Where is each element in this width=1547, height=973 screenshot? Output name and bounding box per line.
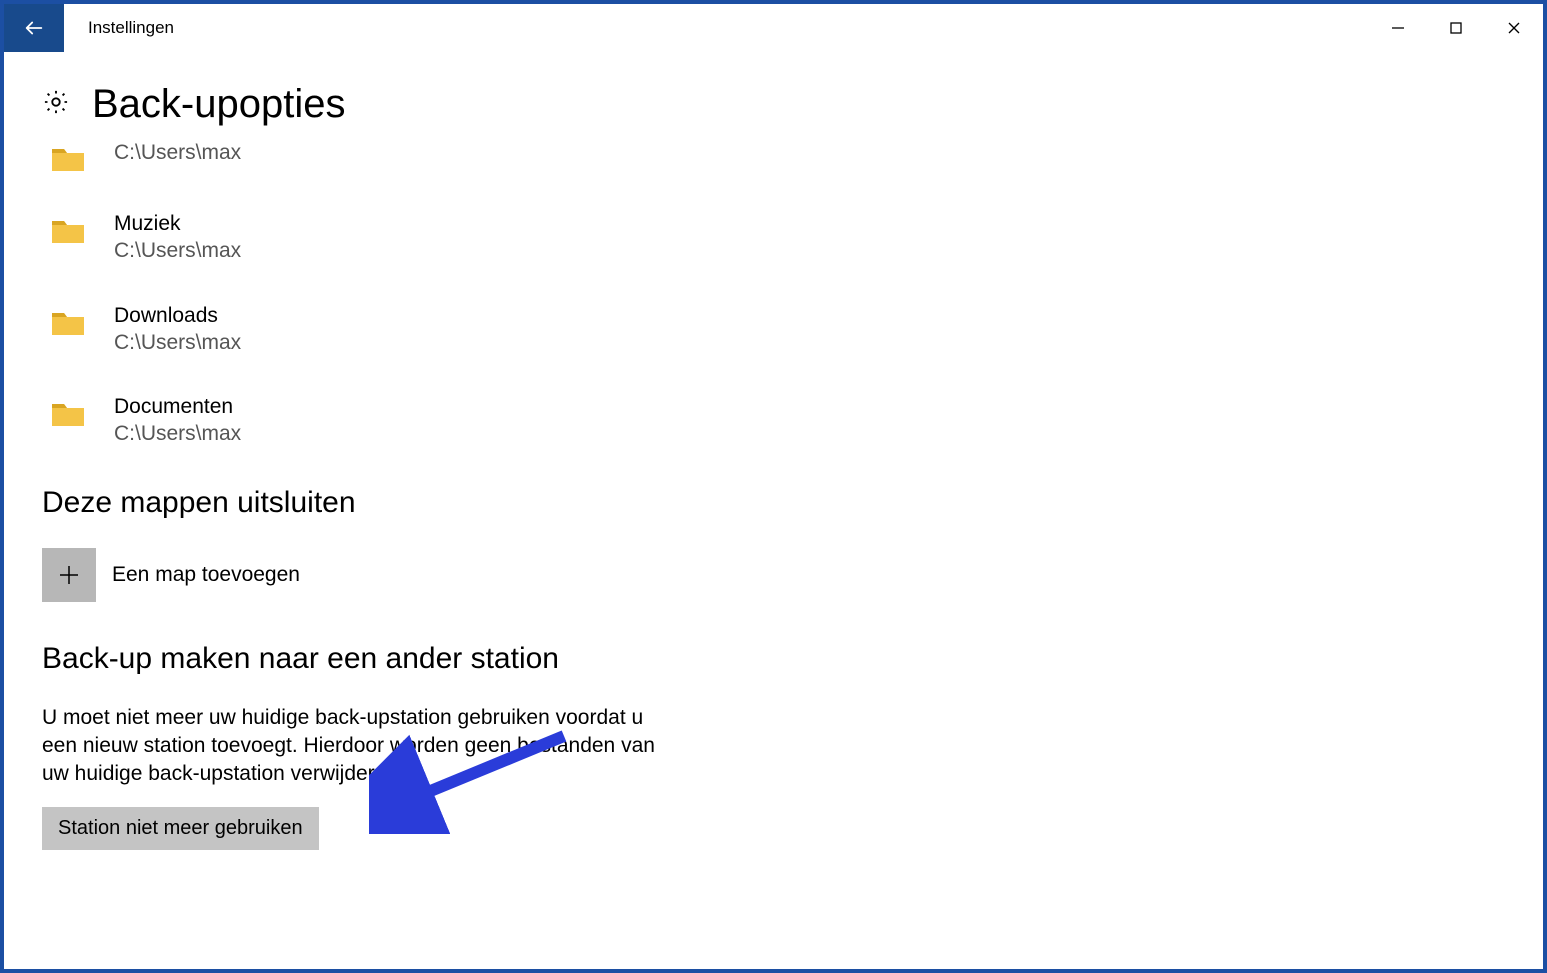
folder-icon [50,307,86,337]
exclude-heading: Deze mappen uitsluiten [42,486,1505,520]
titlebar-title: Instellingen [88,18,174,38]
add-folder-label: Een map toevoegen [112,563,300,587]
folder-name: Muziek [114,211,241,237]
other-drive-description: U moet niet meer uw huidige back-upstati… [42,704,672,789]
list-item[interactable]: Muziek C:\Users\max [50,211,1505,265]
folder-text: Muziek C:\Users\max [114,211,241,265]
folder-path: C:\Users\max [114,420,241,447]
other-drive-heading: Back-up maken naar een ander station [42,642,1505,676]
maximize-button[interactable] [1427,4,1485,52]
add-box [42,548,96,602]
folder-path: C:\Users\max [114,139,241,166]
list-item[interactable]: Downloads C:\Users\max [50,303,1505,357]
arrow-left-icon [23,17,45,39]
folder-text: C:\Users\max [114,139,241,166]
back-button[interactable] [4,4,64,52]
folder-path: C:\Users\max [114,329,241,356]
minimize-icon [1391,21,1405,35]
titlebar: Instellingen [4,4,1543,52]
content-area: Back-upopties C:\Users\max Muziek C:\Use… [4,52,1543,870]
add-folder-button[interactable]: Een map toevoegen [42,548,1505,602]
gear-icon [42,88,70,121]
maximize-icon [1449,21,1463,35]
list-item[interactable]: Documenten C:\Users\max [50,394,1505,448]
close-button[interactable] [1485,4,1543,52]
window-controls [1369,4,1543,52]
folder-name: Documenten [114,394,241,420]
folder-text: Downloads C:\Users\max [114,303,241,357]
page-header: Back-upopties [42,82,1505,127]
folder-name: Downloads [114,303,241,329]
stop-using-drive-button[interactable]: Station niet meer gebruiken [42,807,319,850]
page-title: Back-upopties [92,82,345,127]
folder-text: Documenten C:\Users\max [114,394,241,448]
close-icon [1507,21,1521,35]
folder-icon [50,215,86,245]
folder-icon [50,143,86,173]
minimize-button[interactable] [1369,4,1427,52]
folder-icon [50,398,86,428]
folder-list: C:\Users\max Muziek C:\Users\max Downloa… [50,139,1505,448]
plus-icon [57,563,81,587]
folder-path: C:\Users\max [114,237,241,264]
list-item[interactable]: C:\Users\max [50,139,1505,173]
